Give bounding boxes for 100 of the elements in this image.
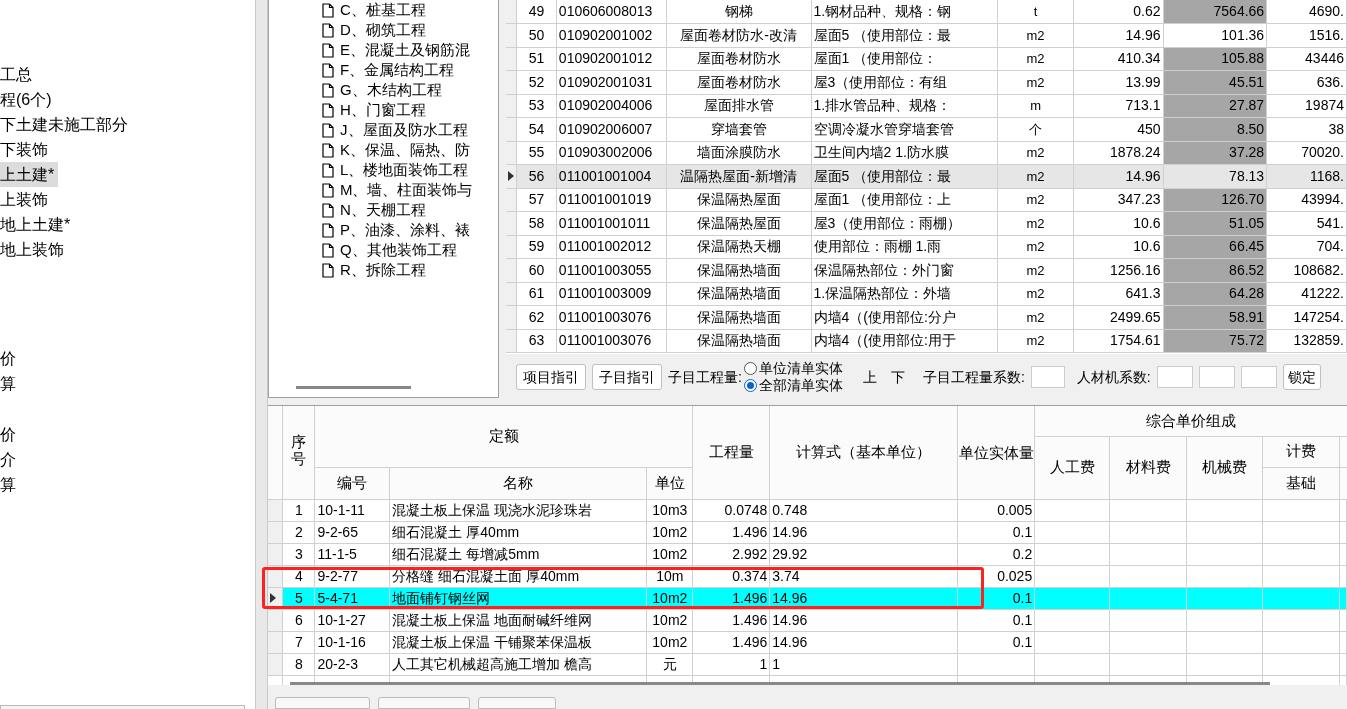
table-cell: 1 (692, 653, 770, 675)
radio-option[interactable]: 单位清单实体 (743, 360, 843, 377)
table-cell: 保温隔热墙面 (666, 282, 812, 306)
table-cell: 41222. (1266, 282, 1347, 306)
tree-item[interactable]: R、拆除工程 (340, 260, 426, 280)
radio-icon[interactable] (743, 379, 757, 392)
toolbar-button[interactable]: 子目指引 (592, 364, 662, 390)
table-cell: 屋3（使用部位：雨棚） (811, 211, 998, 235)
scrollbar[interactable] (296, 386, 411, 389)
tree-item[interactable]: 介 (0, 447, 16, 472)
table-cell: 地面铺钉钢丝网 (389, 587, 647, 609)
table-cell: 29.92 (769, 543, 958, 565)
document-icon (322, 102, 334, 118)
table-cell: 14.96 (769, 587, 958, 609)
table-cell: 屋面5 （使用部位：最 (811, 23, 998, 47)
tree-item[interactable]: G、木结构工程 (340, 80, 442, 100)
table-cell: 636. (1266, 70, 1347, 94)
tree-item[interactable]: F、金属结构工程 (340, 60, 455, 80)
tab[interactable] (378, 697, 470, 709)
tree-item[interactable]: 价 (0, 346, 16, 371)
table-cell: 6 (283, 609, 315, 631)
tree-item[interactable]: 下土建未施工部分 (0, 112, 132, 137)
table-cell: 52 (516, 70, 557, 94)
tree-item[interactable]: 价 (0, 422, 16, 447)
table-cell: 屋面排水管 (666, 94, 812, 118)
tree-item[interactable]: 下装饰 (0, 137, 52, 162)
tree-item[interactable]: E、混凝土及钢筋混 (340, 40, 470, 60)
table-cell: 内墙4（(使用部位:分户 (811, 305, 998, 329)
document-icon (322, 142, 334, 158)
tree-item[interactable]: 工总 (0, 62, 36, 87)
table-cell: 7 (283, 631, 315, 653)
radio-icon[interactable] (743, 362, 757, 375)
table-cell: 50 (516, 23, 557, 47)
tree-item[interactable]: H、门窗工程 (340, 100, 426, 120)
table-cell: 011001003076 (556, 305, 667, 329)
tree-item[interactable]: C、桩基工程 (340, 0, 426, 20)
table-cell: 147254. (1266, 305, 1347, 329)
table-cell: 3 (283, 543, 315, 565)
tree-item[interactable]: Q、其他装饰工程 (340, 240, 457, 260)
tree-item[interactable]: 地上土建* (0, 212, 75, 237)
table-cell: 10m2 (646, 543, 693, 565)
scrollbar[interactable] (290, 682, 1270, 685)
tree-item[interactable]: P、油漆、涂料、裱 (340, 220, 470, 240)
tree-item[interactable]: 算 (0, 371, 16, 396)
table-cell: 38 (1266, 117, 1347, 141)
table-cell: 细石混凝土 厚40mm (389, 521, 647, 543)
table-cell: 10.6 (1073, 235, 1164, 259)
up-button[interactable]: 上 (858, 366, 881, 388)
tree-item[interactable]: D、砌筑工程 (340, 20, 426, 40)
material-coefficient-field[interactable] (1156, 366, 1193, 388)
table-cell: 60 (516, 258, 557, 282)
tree-item[interactable]: 上装饰 (0, 187, 52, 212)
table-cell: 屋面1 （使用部位： (811, 47, 998, 71)
tree-item[interactable]: 地上装饰 (0, 237, 68, 262)
table-cell: 1 (769, 653, 958, 675)
column-header: 机械费 (1186, 436, 1263, 499)
table-cell: 0.62 (1073, 0, 1164, 24)
table-cell: 14.96 (769, 631, 958, 653)
table-cell: 132859. (1266, 329, 1347, 353)
material-coefficient-field[interactable] (1240, 366, 1277, 388)
splitter[interactable] (255, 0, 268, 709)
down-button[interactable]: 下 (886, 366, 909, 388)
table-cell: 1.496 (692, 631, 770, 653)
tree-item[interactable]: 程(6个) (0, 87, 56, 112)
table-cell: m2 (997, 188, 1074, 212)
table-cell: 713.1 (1073, 94, 1164, 118)
table-cell: 62 (516, 305, 557, 329)
tree-item[interactable]: M、墙、柱面装饰与 (340, 180, 473, 200)
tree-item[interactable]: N、天棚工程 (340, 200, 426, 220)
table-cell: 2.992 (692, 543, 770, 565)
table-cell: 0.374 (692, 565, 770, 587)
table-cell: 1878.24 (1073, 141, 1164, 165)
material-coefficient-field[interactable] (1198, 366, 1235, 388)
document-icon (322, 202, 334, 218)
document-icon (322, 182, 334, 198)
radio-option[interactable]: 全部清单实体 (743, 377, 843, 394)
table-cell: 4 (283, 565, 315, 587)
table-cell: 108682. (1266, 258, 1347, 282)
tab[interactable] (478, 697, 556, 709)
tree-item[interactable]: J、屋面及防水工程 (340, 120, 468, 140)
tree-item[interactable]: L、楼地面装饰工程 (340, 160, 469, 180)
table-cell: 0.1 (957, 521, 1035, 543)
table-cell: 641.3 (1073, 282, 1164, 306)
table-cell: 011001003055 (556, 258, 667, 282)
table-cell: 人工其它机械超高施工增加 檐高 (389, 653, 647, 675)
tree-item[interactable]: 上土建* (0, 162, 59, 187)
table-cell: 卫生间内墙2 1.防水膜 (811, 141, 998, 165)
table-cell: m2 (997, 164, 1074, 188)
coefficient-field[interactable] (1030, 366, 1065, 388)
tree-item[interactable]: 算 (0, 472, 16, 497)
table-cell: 10m2 (646, 631, 693, 653)
tab[interactable] (275, 697, 370, 709)
toolbar-button[interactable]: 项目指引 (516, 364, 586, 390)
table-cell: 1256.16 (1073, 258, 1164, 282)
lock-button[interactable]: 锁定 (1282, 364, 1321, 390)
table-cell: 011001003076 (556, 329, 667, 353)
table-cell: 20-2-3 (314, 653, 390, 675)
table-cell: 45.51 (1163, 70, 1267, 94)
table-cell: 011001001019 (556, 188, 667, 212)
tree-item[interactable]: K、保温、隔热、防 (340, 140, 470, 160)
